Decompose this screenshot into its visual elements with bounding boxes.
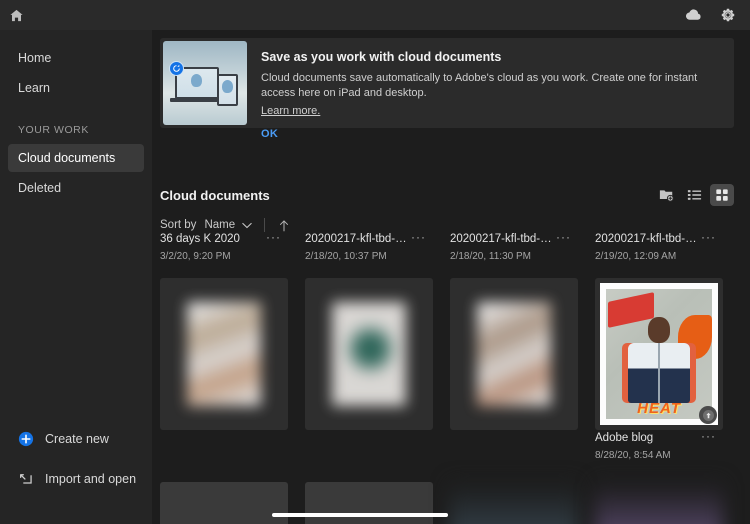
document-thumbnail-cell[interactable]: HEAT xyxy=(587,278,732,430)
list-view-icon[interactable] xyxy=(682,184,706,206)
document-item[interactable]: 20200217-kfl-tbd-nike… ··· 2/19/20, 12:0… xyxy=(587,231,732,262)
view-tools xyxy=(654,184,734,206)
document-item[interactable]: 20200217-kfl-tbd-nike… ··· 2/18/20, 11:3… xyxy=(442,231,587,262)
document-thumbnail[interactable] xyxy=(595,482,723,524)
document-labels-row-2: Adobe blog ··· 8/28/20, 8:54 AM xyxy=(152,430,750,461)
main-content: Save as you work with cloud documents Cl… xyxy=(152,30,750,524)
sidebar-item-cloud-documents[interactable]: Cloud documents xyxy=(8,144,144,172)
document-menu-button[interactable]: ··· xyxy=(701,231,732,243)
home-button[interactable] xyxy=(0,8,32,23)
plus-circle-icon xyxy=(18,431,34,447)
document-item[interactable]: 36 days K 2020 ··· 3/2/20, 9:20 PM xyxy=(152,231,297,262)
document-thumbnail[interactable] xyxy=(305,278,433,430)
poster-white-border xyxy=(600,283,718,425)
document-thumbnail-cell[interactable] xyxy=(442,482,587,524)
cloud-documents-banner: Save as you work with cloud documents Cl… xyxy=(160,38,734,140)
banner-description: Cloud documents save automatically to Ad… xyxy=(261,72,698,99)
document-preview xyxy=(477,302,551,406)
top-bar xyxy=(0,0,750,30)
document-thumbnail-cell[interactable] xyxy=(587,482,732,524)
document-menu-button[interactable]: ··· xyxy=(556,231,587,243)
document-date: 8/28/20, 8:54 AM xyxy=(595,450,671,461)
document-thumbnail-cell[interactable] xyxy=(297,278,442,430)
document-name: 20200217-kfl-tbd-nike… xyxy=(450,233,554,245)
document-preview xyxy=(187,302,261,406)
banner-illustration xyxy=(163,41,247,125)
balloon-illustration xyxy=(222,80,233,93)
document-name: Adobe blog xyxy=(595,432,654,444)
document-preview xyxy=(332,302,406,406)
folder-thumbnail[interactable] xyxy=(160,482,288,524)
document-date: 2/18/20, 10:37 PM xyxy=(305,251,387,262)
sidebar-item-label: Cloud documents xyxy=(18,151,116,165)
top-bar-actions xyxy=(683,7,750,23)
folder-cell[interactable] xyxy=(297,482,442,524)
create-new-label: Create new xyxy=(45,432,109,446)
banner-title: Save as you work with cloud documents xyxy=(261,50,502,64)
home-icon xyxy=(9,8,24,23)
adobe-blog-thumbnail[interactable]: HEAT xyxy=(595,278,723,430)
sort-divider xyxy=(264,218,266,232)
new-folder-icon[interactable] xyxy=(654,184,678,206)
sidebar: Home Learn YOUR WORK Cloud documents Del… xyxy=(0,30,152,524)
sidebar-item-label: Learn xyxy=(18,81,50,95)
section-header: Cloud documents xyxy=(160,183,734,207)
balloon-illustration xyxy=(191,74,202,87)
sidebar-item-label: Deleted xyxy=(18,181,62,195)
document-thumbnails-row-2: HEAT xyxy=(152,278,750,430)
gear-icon[interactable] xyxy=(720,7,736,23)
sidebar-section-your-work: YOUR WORK xyxy=(18,124,89,136)
document-thumbnail[interactable] xyxy=(450,482,578,524)
page-title: Cloud documents xyxy=(160,187,270,203)
sidebar-nav: Home Learn YOUR WORK Cloud documents Del… xyxy=(0,30,152,202)
sidebar-item-learn[interactable]: Learn xyxy=(8,74,144,102)
banner-ok-button[interactable]: OK xyxy=(261,128,720,140)
document-thumbnail[interactable] xyxy=(450,278,578,430)
document-menu-button[interactable]: ··· xyxy=(266,231,297,243)
grid-view-icon[interactable] xyxy=(710,184,734,206)
document-name: 20200217-kfl-tbd-nike… xyxy=(305,233,409,245)
import-icon xyxy=(18,471,34,487)
document-item[interactable]: 20200217-kfl-tbd-nike… ··· 2/18/20, 10:3… xyxy=(297,231,442,262)
sort-controls: Sort by Name xyxy=(160,215,734,235)
document-thumbnail-cell[interactable] xyxy=(152,278,297,430)
banner-text: Save as you work with cloud documents Cl… xyxy=(247,38,734,140)
document-thumbnail[interactable] xyxy=(160,278,288,430)
adobe-creative-cloud-window: Home Learn YOUR WORK Cloud documents Del… xyxy=(0,0,750,524)
poster-artwork: HEAT xyxy=(600,283,718,425)
document-item[interactable]: Adobe blog ··· 8/28/20, 8:54 AM xyxy=(587,430,732,461)
import-and-open-button[interactable]: Import and open xyxy=(18,466,152,492)
cloud-icon[interactable] xyxy=(683,8,702,22)
folder-cell[interactable] xyxy=(152,482,297,524)
document-date: 3/2/20, 9:20 PM xyxy=(160,251,231,262)
folder-thumbnail[interactable] xyxy=(305,482,433,524)
document-labels-row-1: 36 days K 2020 ··· 3/2/20, 9:20 PM 20200… xyxy=(152,231,750,262)
learn-more-link[interactable]: Learn more. xyxy=(261,105,320,117)
cloud-upload-badge-icon xyxy=(699,406,717,424)
document-name: 20200217-kfl-tbd-nike… xyxy=(595,233,699,245)
document-name: 36 days K 2020 xyxy=(160,233,240,245)
sidebar-item-label: Home xyxy=(18,51,52,65)
document-thumbnails-row-3 xyxy=(152,482,750,524)
import-and-open-label: Import and open xyxy=(45,472,137,486)
document-menu-button[interactable]: ··· xyxy=(411,231,442,243)
document-thumbnail-cell[interactable] xyxy=(442,278,587,430)
document-menu-button[interactable]: ··· xyxy=(701,430,732,442)
cloud-sync-badge-icon xyxy=(169,61,184,76)
chevron-down-icon xyxy=(242,222,252,229)
sort-by-value: Name xyxy=(204,219,236,231)
sidebar-actions: Create new Import and open xyxy=(0,426,152,524)
sidebar-item-home[interactable]: Home xyxy=(8,44,144,72)
sort-by-select[interactable]: Name xyxy=(204,219,252,231)
create-new-button[interactable]: Create new xyxy=(18,426,152,452)
document-date: 2/18/20, 11:30 PM xyxy=(450,251,531,262)
sidebar-item-deleted[interactable]: Deleted xyxy=(8,174,144,202)
document-date: 2/19/20, 12:09 AM xyxy=(595,251,677,262)
horizontal-scrollbar[interactable] xyxy=(272,513,448,517)
sort-by-label: Sort by xyxy=(160,219,197,231)
